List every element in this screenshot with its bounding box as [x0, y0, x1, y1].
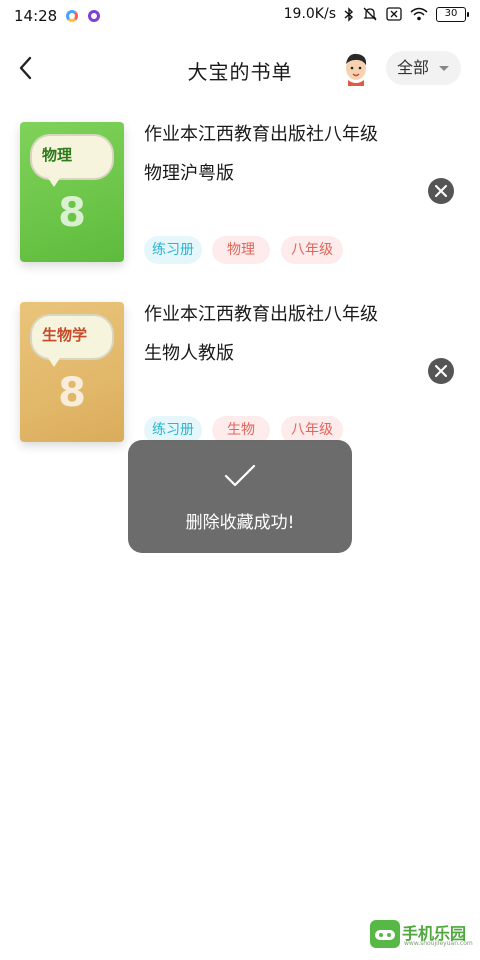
battery-icon: 30	[436, 6, 469, 22]
mute-bell-icon	[363, 7, 377, 21]
gamepad-logo-icon	[370, 920, 400, 948]
tag-subject: 物理	[212, 236, 270, 264]
watermark-logo: 手机乐园 www.shoujileyuan.com	[370, 916, 473, 952]
close-icon	[435, 185, 447, 197]
watermark-url: www.shoujileyuan.com	[404, 940, 473, 947]
avatar[interactable]	[340, 50, 372, 86]
filter-label: 全部	[397, 58, 430, 77]
tag-grade: 八年级	[281, 236, 343, 264]
book-list-item[interactable]: 生物学 8 作业本江西教育出版社八年级 生物人教版 练习册 生物 八年级	[0, 298, 480, 448]
cover-subject: 生物学	[42, 326, 88, 344]
cover-grade-number: 8	[58, 190, 86, 236]
book-title-line1: 作业本江西教育出版社八年级	[144, 124, 378, 145]
network-speed: 19.0K/s	[283, 6, 336, 22]
cover-speech-bubble: 生物学	[30, 314, 114, 367]
book-title-line2: 生物人教版	[144, 343, 234, 364]
book-title-line1: 作业本江西教育出版社八年级	[144, 304, 378, 325]
bluetooth-icon	[344, 6, 354, 22]
caret-down-icon	[439, 66, 449, 71]
cover-speech-bubble: 物理	[30, 134, 114, 187]
remove-favorite-button[interactable]	[428, 178, 454, 204]
sim-off-icon	[386, 7, 402, 21]
success-toast: 删除收藏成功!	[128, 440, 352, 553]
child-avatar-icon	[346, 53, 367, 86]
cover-grade-number: 8	[58, 370, 86, 416]
checkmark-icon	[224, 464, 256, 487]
book-title-line2: 物理沪粤版	[144, 163, 234, 184]
book-cover: 生物学 8	[20, 302, 124, 442]
wifi-icon	[410, 7, 428, 21]
status-indicators: 19.0K/s 30	[283, 6, 469, 22]
remove-favorite-button[interactable]	[428, 358, 454, 384]
app-notification-icon	[66, 10, 78, 22]
tag-book-type: 练习册	[144, 236, 202, 264]
status-bar: 14:28 19.0K/s 30	[0, 0, 480, 34]
toast-message: 删除收藏成功!	[185, 513, 295, 533]
cover-subject: 物理	[42, 146, 73, 164]
book-list-item[interactable]: 物理 8 作业本江西教育出版社八年级 物理沪粤版 练习册 物理 八年级	[0, 118, 480, 268]
app-notification-icon	[88, 10, 100, 22]
filter-dropdown[interactable]: 全部	[386, 51, 461, 85]
header: 大宝的书单 全部	[0, 44, 480, 92]
status-time: 14:28	[14, 7, 58, 25]
close-icon	[435, 365, 447, 377]
book-cover: 物理 8	[20, 122, 124, 262]
